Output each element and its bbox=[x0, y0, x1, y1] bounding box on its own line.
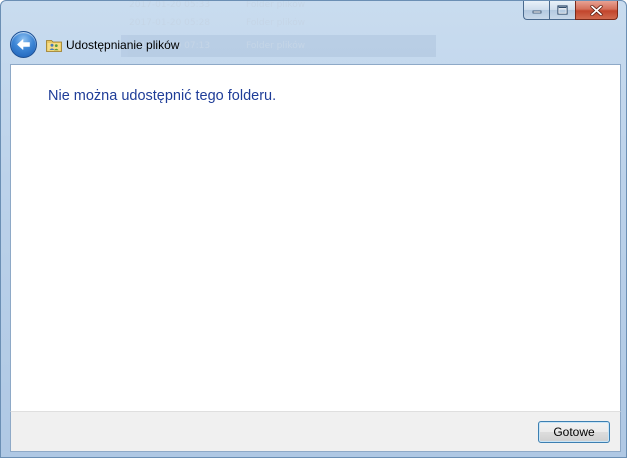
close-icon bbox=[590, 4, 603, 16]
back-arrow-icon bbox=[17, 39, 30, 50]
done-button[interactable]: Gotowe bbox=[538, 421, 610, 443]
background-row-type: Folder plików bbox=[246, 41, 306, 51]
background-row-date: 2017-01-20 05:33 bbox=[129, 1, 211, 10]
window-caption-buttons bbox=[523, 1, 618, 21]
background-row-type: Folder plików bbox=[246, 18, 306, 28]
back-button[interactable] bbox=[10, 31, 37, 58]
file-sharing-window: 2017-01-20 05:33 Folder plików 2017-01-2… bbox=[0, 0, 627, 458]
window-title: Udostępnianie plików bbox=[66, 38, 180, 52]
background-row-date: 2017-01-20 05:28 bbox=[129, 18, 211, 28]
maximize-button[interactable] bbox=[549, 1, 575, 20]
footer-bar: Gotowe bbox=[10, 411, 621, 452]
maximize-icon bbox=[557, 5, 568, 15]
content-panel: Nie można udostępnić tego folderu. bbox=[10, 64, 621, 411]
close-button[interactable] bbox=[575, 1, 618, 20]
minimize-icon bbox=[532, 10, 541, 14]
shared-folder-icon bbox=[46, 40, 62, 52]
error-message: Nie można udostępnić tego folderu. bbox=[48, 88, 277, 104]
minimize-button[interactable] bbox=[523, 1, 549, 20]
background-row-type: Folder plików bbox=[246, 1, 306, 10]
